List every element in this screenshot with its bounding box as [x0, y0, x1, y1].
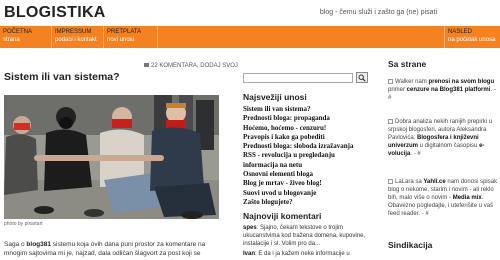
aside-title: Sa strane: [388, 59, 427, 69]
site-tagline: blog - čemu služi i zašto ga (ne) pisati: [319, 9, 437, 16]
comment-author[interactable]: spes: [243, 225, 257, 231]
comment-author[interactable]: Ivan: [243, 251, 255, 257]
recent-post-link[interactable]: Zašto blogujete?: [243, 198, 373, 207]
recent-post-link[interactable]: RSS - revolucija u pregledanju: [243, 151, 373, 160]
aside-item-lead: Walker nam: [395, 79, 429, 85]
link-icon: [388, 179, 393, 184]
syndication-title: Sindikacija: [388, 240, 433, 250]
post-body-line1-prefix: Saga o: [4, 241, 27, 248]
aside-item-link[interactable]: Yahli.ce: [423, 179, 445, 185]
aside-item-lead: LaLara sa: [395, 179, 424, 185]
recent-post-link[interactable]: Blog je mrtav - živeo blog!: [243, 179, 373, 188]
site-logo[interactable]: BLOGISTIKA: [4, 4, 106, 22]
post-photo: [4, 95, 219, 219]
recent-post-link[interactable]: informacija na netu: [243, 161, 373, 170]
post-title[interactable]: Sistem ili van sistema?: [4, 71, 120, 83]
recent-post-link[interactable]: Pravopis i kako ga pobediti: [243, 133, 373, 142]
post-body-line1-rest: sistemu koja ovih dana puni prostor za k…: [50, 241, 206, 248]
aside-item: LaLara sa Yahli.ce nam donosi spisak blo…: [388, 178, 498, 218]
nav-item-home[interactable]: POČETNA strana: [0, 26, 52, 48]
aside-item: Walker nam prenosi na svom blogu primer …: [388, 78, 498, 102]
nav-subtitle: novi unosi: [107, 37, 135, 43]
nav-title: NASLED: [448, 29, 473, 35]
aside-item-link[interactable]: prenosi na svom blogu: [428, 79, 494, 85]
post-meta[interactable]: 22 KOMENTARA, DODAJ SVOJ: [144, 63, 238, 69]
recent-post-link[interactable]: Prednosti bloga: propaganda: [243, 114, 373, 123]
comment-item[interactable]: Ivan: E da i ja kažem neke informacije u: [243, 250, 378, 258]
aside-item-link[interactable]: cenzure na Blog381 platformi: [407, 87, 491, 93]
search-button[interactable]: [356, 72, 368, 83]
nav-subtitle: na početak unosa: [448, 37, 496, 43]
nav-subtitle: podaci i kontakt: [55, 37, 97, 43]
search-icon: [358, 74, 366, 82]
comment-text: : Sjajno, čekam tekstove o trojim: [256, 225, 344, 231]
recent-posts-section: Najsvežiji unosi Sistem ili van sistema?…: [243, 92, 373, 207]
recent-post-link[interactable]: Sistem ili van sistema?: [243, 105, 373, 114]
comment-icon: [144, 63, 149, 68]
recent-comments-title: Najnoviji komentari: [243, 211, 322, 221]
nav-item-impressum[interactable]: IMPRESSUM podaci i kontakt: [52, 26, 104, 48]
aside-item: Dobra analiza nekih ranijih prepirki u s…: [388, 118, 498, 158]
recent-post-link[interactable]: Suovi uvod u blogovanje: [243, 189, 373, 198]
recent-post-link[interactable]: Hoćemo, hoćemo - cenzuru!: [243, 124, 373, 133]
recent-posts-list: Sistem ili van sistema? Prednosti bloga:…: [243, 105, 373, 207]
post-comment-count: 22 KOMENTARA, DODAJ SVOJ: [151, 63, 238, 69]
link-icon: [388, 119, 393, 124]
aside-item-tail[interactable]: . - #: [410, 151, 420, 157]
aside-section: Sa strane: [388, 59, 496, 69]
main-navbar: POČETNA strana IMPRESSUM podaci i kontak…: [0, 26, 500, 48]
nav-subtitle: strana: [3, 37, 20, 43]
nav-title: IMPRESSUM: [55, 29, 92, 35]
nav-item-back-to-top[interactable]: NASLED na početak unosa: [444, 26, 500, 48]
nav-title: PRETPLATA: [107, 29, 142, 35]
nav-title: POČETNA: [3, 29, 33, 35]
site-header: BLOGISTIKA blog - čemu služi i zašto ga …: [0, 0, 500, 26]
search-input[interactable]: [243, 73, 353, 83]
protest-photo-image: [4, 95, 219, 219]
link-icon: [388, 79, 393, 84]
aside-item-link[interactable]: Media mix: [453, 195, 482, 201]
recent-post-link[interactable]: Osnovni elementi bloga: [243, 170, 373, 179]
post-body: Saga o blog381 sistemu koja ovih dana pu…: [4, 240, 222, 258]
aside-item-mid: u digitalnom časopisu: [418, 143, 480, 149]
aside-item-mid: primer: [388, 87, 407, 93]
photo-credit: photo by pixartart: [4, 221, 43, 227]
nav-item-subscribe[interactable]: PRETPLATA novi unosi: [104, 26, 158, 48]
recent-posts-title: Najsvežiji unosi: [243, 92, 307, 102]
comment-text-line3: instalacije i sl. Volim pro da...: [243, 241, 321, 247]
comment-text-line2: ukucanstvima kod tražena domena, kupovin…: [243, 233, 366, 239]
recent-post-link[interactable]: Prednosti bloga: sloboda izražavanja: [243, 142, 373, 151]
post-body-line2: mnogim sajtovima mi je, najzad, dala odl…: [4, 250, 201, 257]
comment-text: : E da i ja kažem neke informacije u: [255, 251, 350, 257]
post-body-link-blog381[interactable]: blog381: [26, 241, 51, 248]
comment-item[interactable]: spes: Sjajno, čekam tekstove o trojim uk…: [243, 224, 378, 248]
